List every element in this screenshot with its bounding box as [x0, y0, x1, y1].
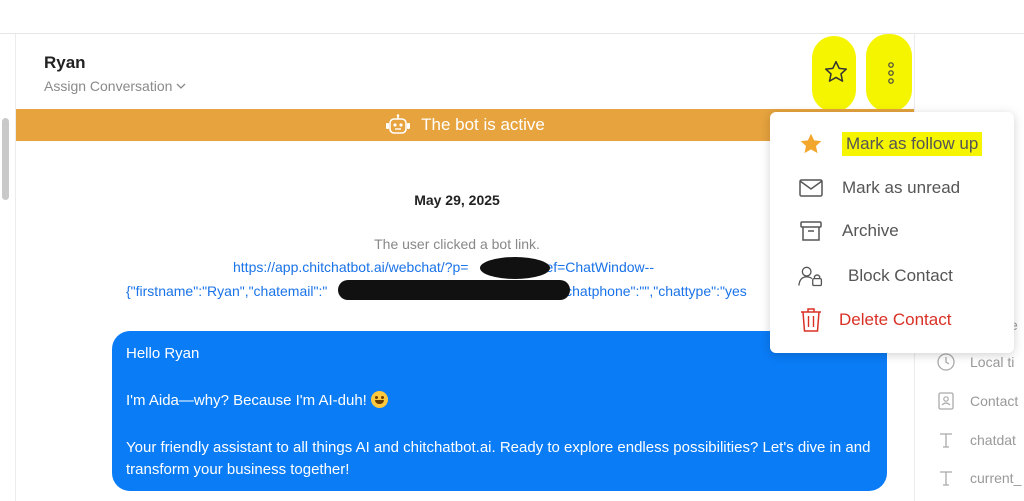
scrollbar[interactable] [2, 118, 9, 200]
sidebar-row-local-time: Local ti [936, 352, 1014, 372]
star-icon [824, 60, 848, 82]
menu-item-mark-unread[interactable]: Mark as unread [770, 168, 1014, 208]
more-options-button[interactable] [878, 58, 904, 88]
text-t-icon [940, 471, 952, 486]
archive-box-icon [798, 218, 824, 244]
sidebar-row-chatdata: chatdat [936, 430, 1016, 450]
assign-conversation-dropdown[interactable]: Assign Conversation [44, 78, 186, 94]
sidebar-row-label: chatdat [970, 432, 1016, 448]
user-lock-icon [798, 263, 824, 289]
trash-icon [798, 307, 824, 333]
redaction-mark [480, 257, 550, 279]
assign-conversation-label: Assign Conversation [44, 78, 173, 94]
bot-link-line-2-end: ","chatphone":"","chattype":"yes [551, 283, 747, 299]
bot-link-line-1[interactable]: https://app.chitchatbot.ai/webchat/?p= &r… [233, 259, 654, 275]
grinning-face-emoji-icon [371, 391, 389, 408]
contact-name: Ryan [44, 53, 86, 72]
left-divider [15, 34, 16, 501]
message-body: Your friendly assistant to all things AI… [126, 439, 871, 478]
menu-item-archive[interactable]: Archive [770, 211, 1014, 251]
bot-link-line-2-start: {"firstname":"Ryan","chatemail":" [126, 283, 328, 299]
menu-item-label: Mark as follow up [842, 132, 983, 156]
menu-item-label: Delete Contact [839, 310, 952, 329]
menu-item-label: Mark as unread [842, 178, 961, 197]
clock-icon [937, 353, 955, 371]
star-filled-icon [798, 131, 824, 157]
menu-item-delete-contact[interactable]: Delete Contact [770, 300, 1014, 340]
more-vertical-icon [888, 62, 894, 84]
envelope-icon [798, 175, 824, 201]
bot-status-text: The bot is active [421, 115, 545, 134]
menu-item-block-contact[interactable]: Block Contact [770, 256, 1014, 296]
redaction-mark [338, 280, 570, 300]
robot-icon [386, 114, 411, 134]
sidebar-row-label: Local ti [970, 354, 1015, 370]
sidebar-row-contact: Contact [936, 391, 1018, 411]
chevron-down-icon [176, 83, 186, 89]
top-divider [0, 33, 1024, 34]
message-greeting: Hello Ryan [126, 345, 200, 362]
contact-card-icon [938, 392, 954, 410]
menu-item-label: Archive [842, 221, 899, 240]
text-t-icon [940, 433, 952, 448]
menu-item-mark-follow-up[interactable]: Mark as follow up [770, 124, 1014, 164]
menu-item-label: Block Contact [848, 266, 953, 285]
message-intro: I'm Aida—why? Because I'm AI-duh! [126, 392, 367, 409]
sidebar-row-label: Contact [970, 393, 1019, 409]
message-intro-line: I'm Aida—why? Because I'm AI-duh! [126, 390, 873, 412]
bot-link-line-1-start: https://app.chitchatbot.ai/webchat/?p= [233, 259, 469, 275]
bot-message-bubble: Hello Ryan I'm Aida—why? Because I'm AI-… [112, 331, 887, 491]
sidebar-row-label: current_ [970, 470, 1022, 486]
sidebar-row-current: current_ [936, 468, 1021, 488]
favorite-button[interactable] [822, 58, 850, 86]
